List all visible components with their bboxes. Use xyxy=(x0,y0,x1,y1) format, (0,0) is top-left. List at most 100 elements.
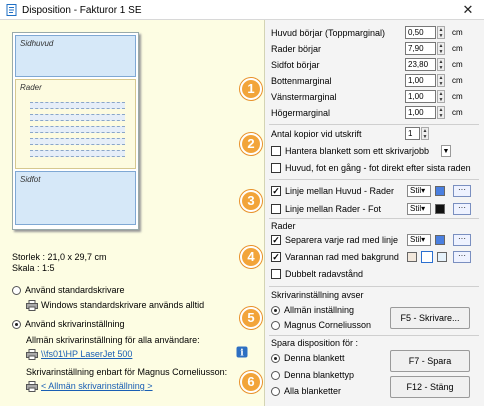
alt-color-2-swatch[interactable] xyxy=(421,251,433,263)
close-button[interactable]: F12 - Stäng xyxy=(390,376,470,398)
page-scale: Skala : 1:5 xyxy=(12,263,55,273)
unit-label: cm xyxy=(452,92,463,101)
line-head-rows-label: Linje mellan Huvud - Rader xyxy=(285,186,395,196)
copies-label: Antal kopior vid utskrift xyxy=(271,129,362,139)
margin-label-rows: Rader börjar xyxy=(271,44,322,54)
handle-as-printjob-label: Hantera blankett som ett skrivarjobb xyxy=(285,146,430,156)
this-form-radio[interactable] xyxy=(271,354,280,363)
right-margin-input[interactable]: 1,00 xyxy=(405,106,436,119)
top-margin-input[interactable]: 0,50 xyxy=(405,26,436,39)
app-icon xyxy=(6,4,17,16)
line-head-rows-checkbox[interactable] xyxy=(271,186,281,196)
copies-input[interactable]: 1 xyxy=(405,127,420,140)
svg-text:i: i xyxy=(240,349,244,359)
own-printer-radio[interactable] xyxy=(12,320,21,329)
info-icon[interactable]: i xyxy=(236,346,248,358)
footer-start-input[interactable]: 23,80 xyxy=(405,58,436,71)
row-line-more-button[interactable]: ··· xyxy=(453,234,471,246)
line1-more-button[interactable]: ··· xyxy=(453,185,471,197)
preview-pane: Sidhuvud Rader Sidfot Storlek : 21,0 x 2… xyxy=(0,20,265,406)
unit-label: cm xyxy=(452,28,463,37)
line2-color-swatch[interactable] xyxy=(435,204,445,214)
title-bar: Disposition - Fakturor 1 SE ✕ xyxy=(0,0,484,20)
step-4-badge: 4 xyxy=(240,246,262,268)
printjob-dropdown[interactable]: ▼ xyxy=(441,145,451,157)
head-foot-once-checkbox[interactable] xyxy=(271,163,281,173)
double-spacing-label: Dubbelt radavstånd xyxy=(285,269,364,279)
all-forms-label: Alla blanketter xyxy=(284,386,342,396)
line-rows-foot-label: Linje mellan Rader - Fot xyxy=(285,204,382,214)
only-user-printer-link[interactable]: < Allmän skrivarinställning > xyxy=(41,381,153,391)
step-3-badge: 3 xyxy=(240,190,262,212)
footer-start-spinner[interactable]: ▲ ▼ xyxy=(437,58,445,71)
page-preview: Sidhuvud Rader Sidfot xyxy=(12,32,139,230)
line1-color-swatch[interactable] xyxy=(435,186,445,196)
this-form-type-label: Denna blankettyp xyxy=(284,370,355,380)
save-button[interactable]: F7 - Spara xyxy=(390,350,470,372)
rows-start-spinner[interactable]: ▲ ▼ xyxy=(437,42,445,55)
unit-label: cm xyxy=(452,76,463,85)
row-line-color-swatch[interactable] xyxy=(435,235,445,245)
header-label: Sidhuvud xyxy=(20,39,54,48)
double-spacing-checkbox[interactable] xyxy=(271,269,281,279)
rows-heading: Rader xyxy=(271,221,296,231)
alt-bg-more-button[interactable]: ··· xyxy=(453,251,471,263)
divider xyxy=(269,335,479,336)
user-setting-label: Magnus Corneliusson xyxy=(284,320,372,330)
margin-label-left: Vänstermarginal xyxy=(271,92,337,102)
standard-printer-radio[interactable] xyxy=(12,286,21,295)
printer-icon xyxy=(26,381,38,392)
line2-style-dropdown[interactable]: Stil▾ xyxy=(407,203,431,215)
unit-label: cm xyxy=(452,60,463,69)
footer-label: Sidfot xyxy=(20,175,41,184)
divider xyxy=(269,218,479,219)
handle-as-printjob-checkbox[interactable] xyxy=(271,146,281,156)
user-setting-radio[interactable] xyxy=(271,321,280,330)
margin-label-bottom: Bottenmarginal xyxy=(271,76,332,86)
line-rows-foot-checkbox[interactable] xyxy=(271,204,281,214)
close-icon[interactable]: ✕ xyxy=(456,2,480,18)
rows-section[interactable]: Rader xyxy=(15,79,136,169)
separate-rows-label: Separera varje rad med linje xyxy=(285,235,399,245)
alt-color-1-swatch[interactable] xyxy=(407,252,417,262)
divider xyxy=(269,286,479,287)
row-placeholder xyxy=(30,150,125,157)
row-placeholder xyxy=(30,102,125,109)
this-form-type-radio[interactable] xyxy=(271,371,280,380)
bottom-margin-input[interactable]: 1,00 xyxy=(405,74,436,87)
header-section[interactable]: Sidhuvud xyxy=(15,35,136,77)
all-forms-radio[interactable] xyxy=(271,387,280,396)
left-margin-spinner[interactable]: ▲ ▼ xyxy=(437,90,445,103)
row-placeholder xyxy=(30,126,125,133)
top-margin-spinner[interactable]: ▲ ▼ xyxy=(437,26,445,39)
general-setting-radio[interactable] xyxy=(271,306,280,315)
right-margin-spinner[interactable]: ▲ ▼ xyxy=(437,106,445,119)
all-users-printer-link[interactable]: \\fs01\HP LaserJet 500 xyxy=(41,349,132,359)
row-line-style-dropdown[interactable]: Stil▾ xyxy=(407,234,431,246)
save-for-heading: Spara disposition för : xyxy=(271,338,359,348)
settings-pane: 1 Huvud börjar (Toppmarginal) Rader börj… xyxy=(240,20,484,406)
printer-button[interactable]: F5 - Skrivare... xyxy=(390,307,470,329)
alternate-bg-checkbox[interactable] xyxy=(271,252,281,262)
line1-style-dropdown[interactable]: Stil▾ xyxy=(407,185,431,197)
bottom-margin-spinner[interactable]: ▲ ▼ xyxy=(437,74,445,87)
only-user-label: Skrivarinställning enbart för Magnus Cor… xyxy=(26,367,228,377)
this-form-label: Denna blankett xyxy=(284,353,345,363)
standard-printer-desc: Windows standardskrivare används alltid xyxy=(41,300,205,310)
line2-more-button[interactable]: ··· xyxy=(453,203,471,215)
printer-icon xyxy=(26,300,38,311)
row-placeholder xyxy=(30,114,125,121)
head-foot-once-label: Huvud, fot en gång - fot direkt efter si… xyxy=(285,163,471,173)
row-placeholder xyxy=(30,138,125,145)
alt-color-3-swatch[interactable] xyxy=(437,252,447,262)
copies-spinner[interactable]: ▲ ▼ xyxy=(421,127,429,140)
standard-printer-label: Använd standardskrivare xyxy=(25,285,125,295)
margin-label-right: Högermarginal xyxy=(271,108,331,118)
separate-rows-checkbox[interactable] xyxy=(271,235,281,245)
page-size: Storlek : 21,0 x 29,7 cm xyxy=(12,252,107,262)
left-margin-input[interactable]: 1,00 xyxy=(405,90,436,103)
rows-start-input[interactable]: 7,90 xyxy=(405,42,436,55)
step-2-badge: 2 xyxy=(240,133,262,155)
style-label: Stil xyxy=(410,186,422,195)
footer-section[interactable]: Sidfot xyxy=(15,171,136,225)
